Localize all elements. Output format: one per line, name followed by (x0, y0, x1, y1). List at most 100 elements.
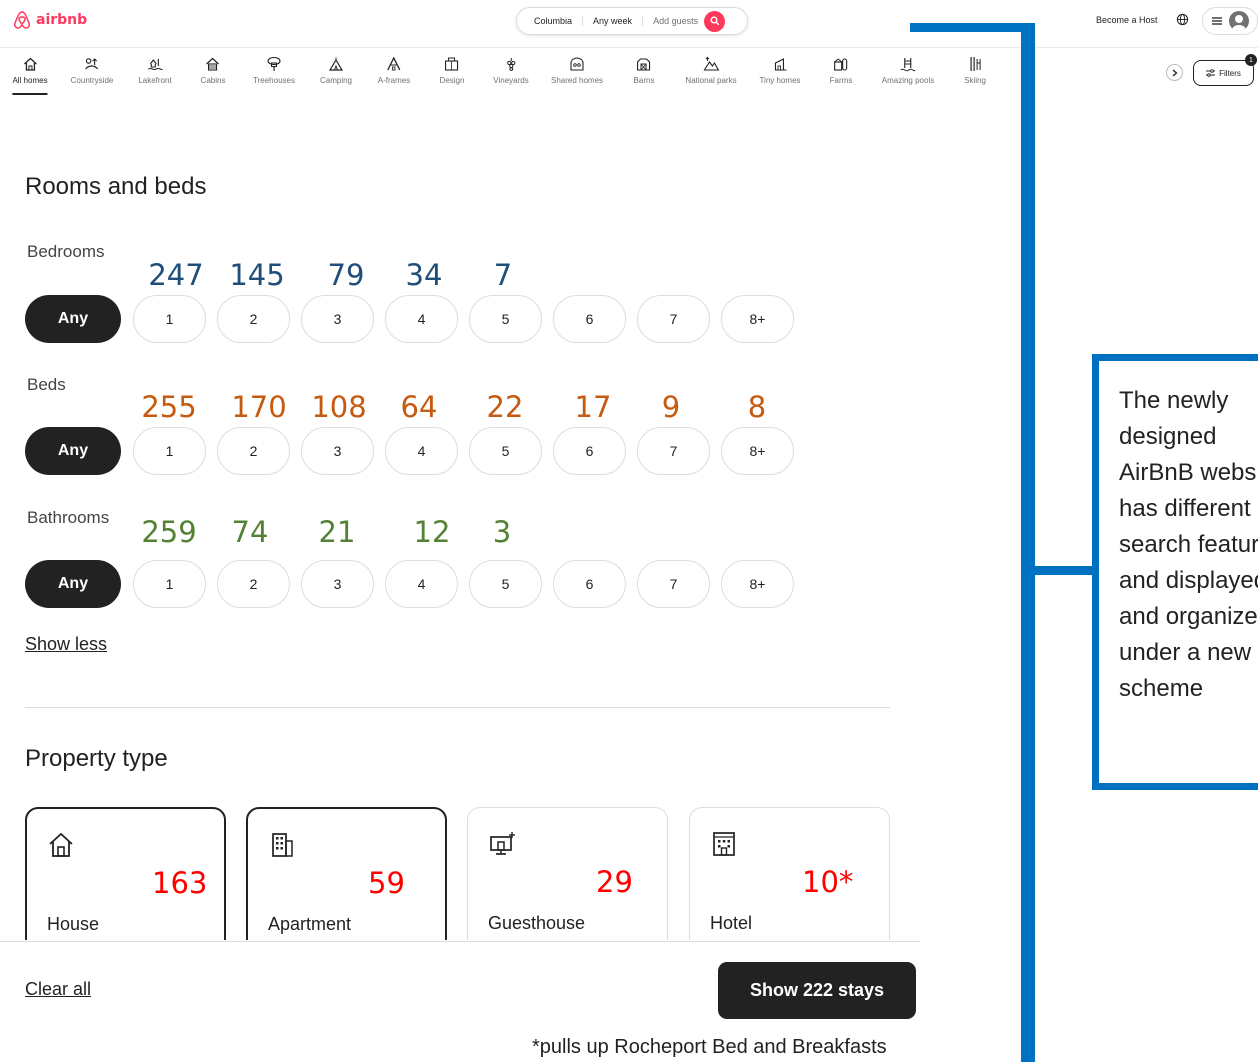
property-count: 59 (368, 866, 405, 900)
category-design[interactable]: Design (439, 56, 465, 85)
filters-label: Filters (1219, 68, 1241, 78)
bathrooms-option-6[interactable]: 6 (553, 560, 626, 608)
category-camping[interactable]: Camping (320, 56, 352, 85)
beds-option-5[interactable]: 5 (469, 427, 542, 475)
category-national-parks[interactable]: National parks (685, 56, 737, 85)
category-label: National parks (685, 76, 737, 85)
bedrooms-option-4[interactable]: 4 (385, 295, 458, 343)
category-farms[interactable]: Farms (830, 56, 852, 85)
beds-any-button[interactable]: Any (25, 427, 121, 475)
property-count: 29 (596, 865, 633, 899)
beds-option-4[interactable]: 4 (385, 427, 458, 475)
bathrooms-option-8plus[interactable]: 8+ (721, 560, 794, 608)
show-less-link[interactable]: Show less (25, 634, 107, 655)
category-label: All homes (12, 76, 48, 85)
property-count: 10* (802, 865, 854, 899)
beds-option-8plus[interactable]: 8+ (721, 427, 794, 475)
category-treehouses[interactable]: Treehouses (253, 56, 295, 85)
property-card-guesthouse[interactable]: 29 Guesthouse (467, 807, 668, 940)
annotation-text: The newly designed AirBnB website has di… (1119, 387, 1258, 702)
beds-option-1[interactable]: 1 (133, 427, 206, 475)
category-all-homes[interactable]: All homes (12, 56, 48, 95)
category-a-frames[interactable]: A-frames (378, 56, 410, 85)
hotel-icon (713, 832, 735, 856)
annotation-callout: The newly designed AirBnB website has di… (1092, 354, 1258, 790)
category-tiny-homes[interactable]: Tiny homes (759, 56, 801, 85)
bathrooms-option-2[interactable]: 2 (217, 560, 290, 608)
bathroom-count-2: 74 (231, 515, 269, 549)
bathrooms-option-3[interactable]: 3 (301, 560, 374, 608)
beds-count-3: 108 (311, 390, 367, 424)
beds-option-7[interactable]: 7 (637, 427, 710, 475)
beds-option-3[interactable]: 3 (301, 427, 374, 475)
barn-icon (637, 58, 651, 71)
beds-count-8plus: 8 (747, 390, 767, 424)
beds-count-1: 255 (141, 390, 197, 424)
category-next-button[interactable] (1166, 64, 1183, 81)
apartment-icon (272, 833, 293, 857)
property-name: Guesthouse (488, 913, 586, 933)
bedroom-count-4: 34 (405, 258, 443, 292)
bathroom-count-5: 3 (492, 515, 512, 549)
category-barns[interactable]: Barns (634, 56, 654, 85)
property-card-apartment[interactable]: 59 Apartment (246, 807, 447, 940)
week-field[interactable]: Any week (583, 16, 644, 26)
category-amazing-pools[interactable]: Amazing pools (882, 56, 934, 85)
bedroom-count-3: 79 (327, 258, 365, 292)
show-stays-button[interactable]: Show 222 stays (718, 962, 916, 1019)
bedrooms-option-3[interactable]: 3 (301, 295, 374, 343)
category-countryside[interactable]: Countryside (71, 56, 113, 85)
bedrooms-option-2[interactable]: 2 (217, 295, 290, 343)
globe-icon[interactable] (1176, 13, 1189, 26)
bathrooms-option-5[interactable]: 5 (469, 560, 542, 608)
filters-button[interactable]: Filters (1193, 60, 1254, 86)
location-field[interactable]: Columbia (517, 16, 584, 26)
beds-option-6[interactable]: 6 (553, 427, 626, 475)
treehouse-icon (267, 56, 281, 71)
category-skiing[interactable]: Skiing (964, 56, 986, 85)
bedrooms-option-6[interactable]: 6 (553, 295, 626, 343)
bathrooms-any-button[interactable]: Any (25, 560, 121, 608)
hamburger-icon (1212, 17, 1222, 25)
airbnb-logo[interactable]: airbnb (12, 10, 87, 30)
guests-field[interactable]: Add guests (643, 16, 702, 26)
category-label: Tiny homes (759, 76, 801, 85)
house-icon (49, 832, 73, 857)
search-bar[interactable]: Columbia Any week Add guests (516, 7, 748, 35)
bedrooms-option-5[interactable]: 5 (469, 295, 542, 343)
annotation-bracket-top (910, 23, 1035, 32)
become-host-link[interactable]: Become a Host (1096, 15, 1158, 25)
bathrooms-label: Bathrooms (27, 508, 110, 527)
bedrooms-option-7[interactable]: 7 (637, 295, 710, 343)
category-label: Design (439, 76, 465, 85)
annotation-connector (1035, 566, 1095, 575)
chevron-right-icon (1172, 69, 1177, 76)
bathrooms-option-7[interactable]: 7 (637, 560, 710, 608)
beds-count-5: 22 (486, 390, 524, 424)
logo-wordmark: airbnb (36, 12, 88, 28)
beds-label: Beds (27, 375, 66, 394)
bedrooms-option-8plus[interactable]: 8+ (721, 295, 794, 343)
bathrooms-option-4[interactable]: 4 (385, 560, 458, 608)
property-card-hotel[interactable]: 10* Hotel (689, 807, 890, 940)
bedrooms-option-1[interactable]: 1 (133, 295, 206, 343)
beds-option-2[interactable]: 2 (217, 427, 290, 475)
property-card-house[interactable]: 163 House (25, 807, 226, 940)
search-button[interactable] (704, 10, 726, 32)
category-lakefront[interactable]: Lakefront (138, 56, 172, 85)
tiny-home-icon (774, 58, 786, 71)
vineyard-icon (506, 58, 516, 71)
guesthouse-icon (490, 832, 515, 855)
bathrooms-option-1[interactable]: 1 (133, 560, 206, 608)
clear-all-button[interactable]: Clear all (25, 979, 91, 1000)
home-icon (23, 57, 37, 71)
category-shared-homes[interactable]: Shared homes (551, 56, 603, 85)
category-label: Vineyards (493, 76, 529, 85)
skiing-icon (970, 57, 981, 71)
bedrooms-any-button[interactable]: Any (25, 295, 121, 343)
farm-icon (834, 58, 848, 71)
category-cabins[interactable]: Cabins (201, 56, 225, 85)
user-menu-button[interactable] (1202, 7, 1258, 35)
pool-icon (900, 58, 916, 72)
category-vineyards[interactable]: Vineyards (493, 56, 529, 85)
